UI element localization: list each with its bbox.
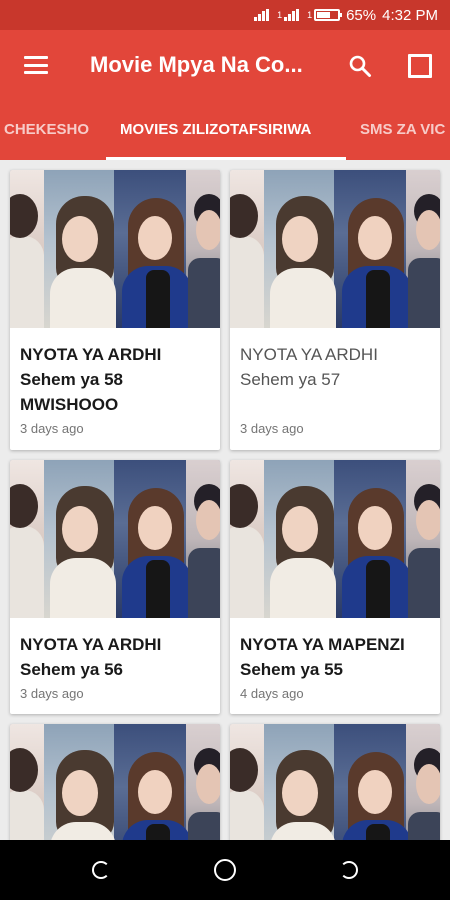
back-icon[interactable]	[92, 861, 110, 879]
movie-date: 4 days ago	[240, 686, 304, 701]
movie-thumbnail	[230, 460, 440, 618]
movie-card[interactable]: NYOTA YA ARDHI Sehem ya 57 3 days ago	[230, 170, 440, 450]
movie-thumbnail	[10, 724, 220, 840]
battery-percent: 65%	[346, 6, 377, 24]
app-title: Movie Mpya Na Co...	[90, 52, 303, 77]
movie-card[interactable]: NYOTA YA MAPENZI Sehem ya 55 4 days ago	[230, 460, 440, 714]
movie-thumbnail	[10, 460, 220, 618]
home-icon[interactable]	[214, 859, 236, 881]
movie-date: 3 days ago	[20, 686, 84, 701]
movie-thumbnail	[230, 170, 440, 328]
movie-card[interactable]: NYOTA YA ARDHI Sehem ya 56 3 days ago	[10, 460, 220, 714]
tab-movies-zilizotafsiriwa[interactable]: MOVIES ZILIZOTAFSIRIWA	[120, 100, 311, 160]
cell-signal-icon	[254, 9, 270, 21]
network-label-2: 1	[307, 10, 313, 20]
movie-title: NYOTA YA ARDHI Sehem ya 57	[240, 345, 378, 389]
tab-bar: CHEKESHO MOVIES ZILIZOTAFSIRIWA SMS ZA V…	[0, 100, 450, 160]
movie-date: 3 days ago	[20, 421, 84, 436]
app-bar: Movie Mpya Na Co...	[0, 30, 450, 100]
movie-date: 3 days ago	[240, 421, 304, 436]
system-nav-bar	[0, 840, 450, 900]
movie-thumbnail	[10, 170, 220, 328]
movie-title: NYOTA YA ARDHI Sehem ya 58 MWISHOOO	[20, 345, 162, 414]
movie-title: NYOTA YA ARDHI Sehem ya 56	[20, 635, 162, 679]
cell-signal-icon-2	[284, 9, 300, 21]
tab-chekesho[interactable]: CHEKESHO	[4, 100, 89, 160]
recent-apps-icon[interactable]	[340, 861, 358, 879]
movie-thumbnail	[230, 724, 440, 840]
battery-icon	[314, 9, 343, 21]
search-icon[interactable]	[348, 54, 372, 78]
movie-card[interactable]	[10, 724, 220, 840]
movie-title: NYOTA YA MAPENZI Sehem ya 55	[240, 635, 405, 679]
clock: 4:32 PM	[382, 6, 438, 24]
movie-grid: NYOTA YA ARDHI Sehem ya 58 MWISHOOO 3 da…	[0, 160, 450, 840]
status-bar: 1 1 65% 4:32 PM	[0, 0, 450, 30]
square-icon[interactable]	[408, 54, 432, 78]
network-label-1: 1	[277, 10, 283, 20]
movie-card[interactable]: NYOTA YA ARDHI Sehem ya 58 MWISHOOO 3 da…	[10, 170, 220, 450]
menu-icon[interactable]	[24, 56, 48, 74]
tab-sms-za-vic[interactable]: SMS ZA VIC	[360, 100, 445, 160]
movie-card[interactable]	[230, 724, 440, 840]
